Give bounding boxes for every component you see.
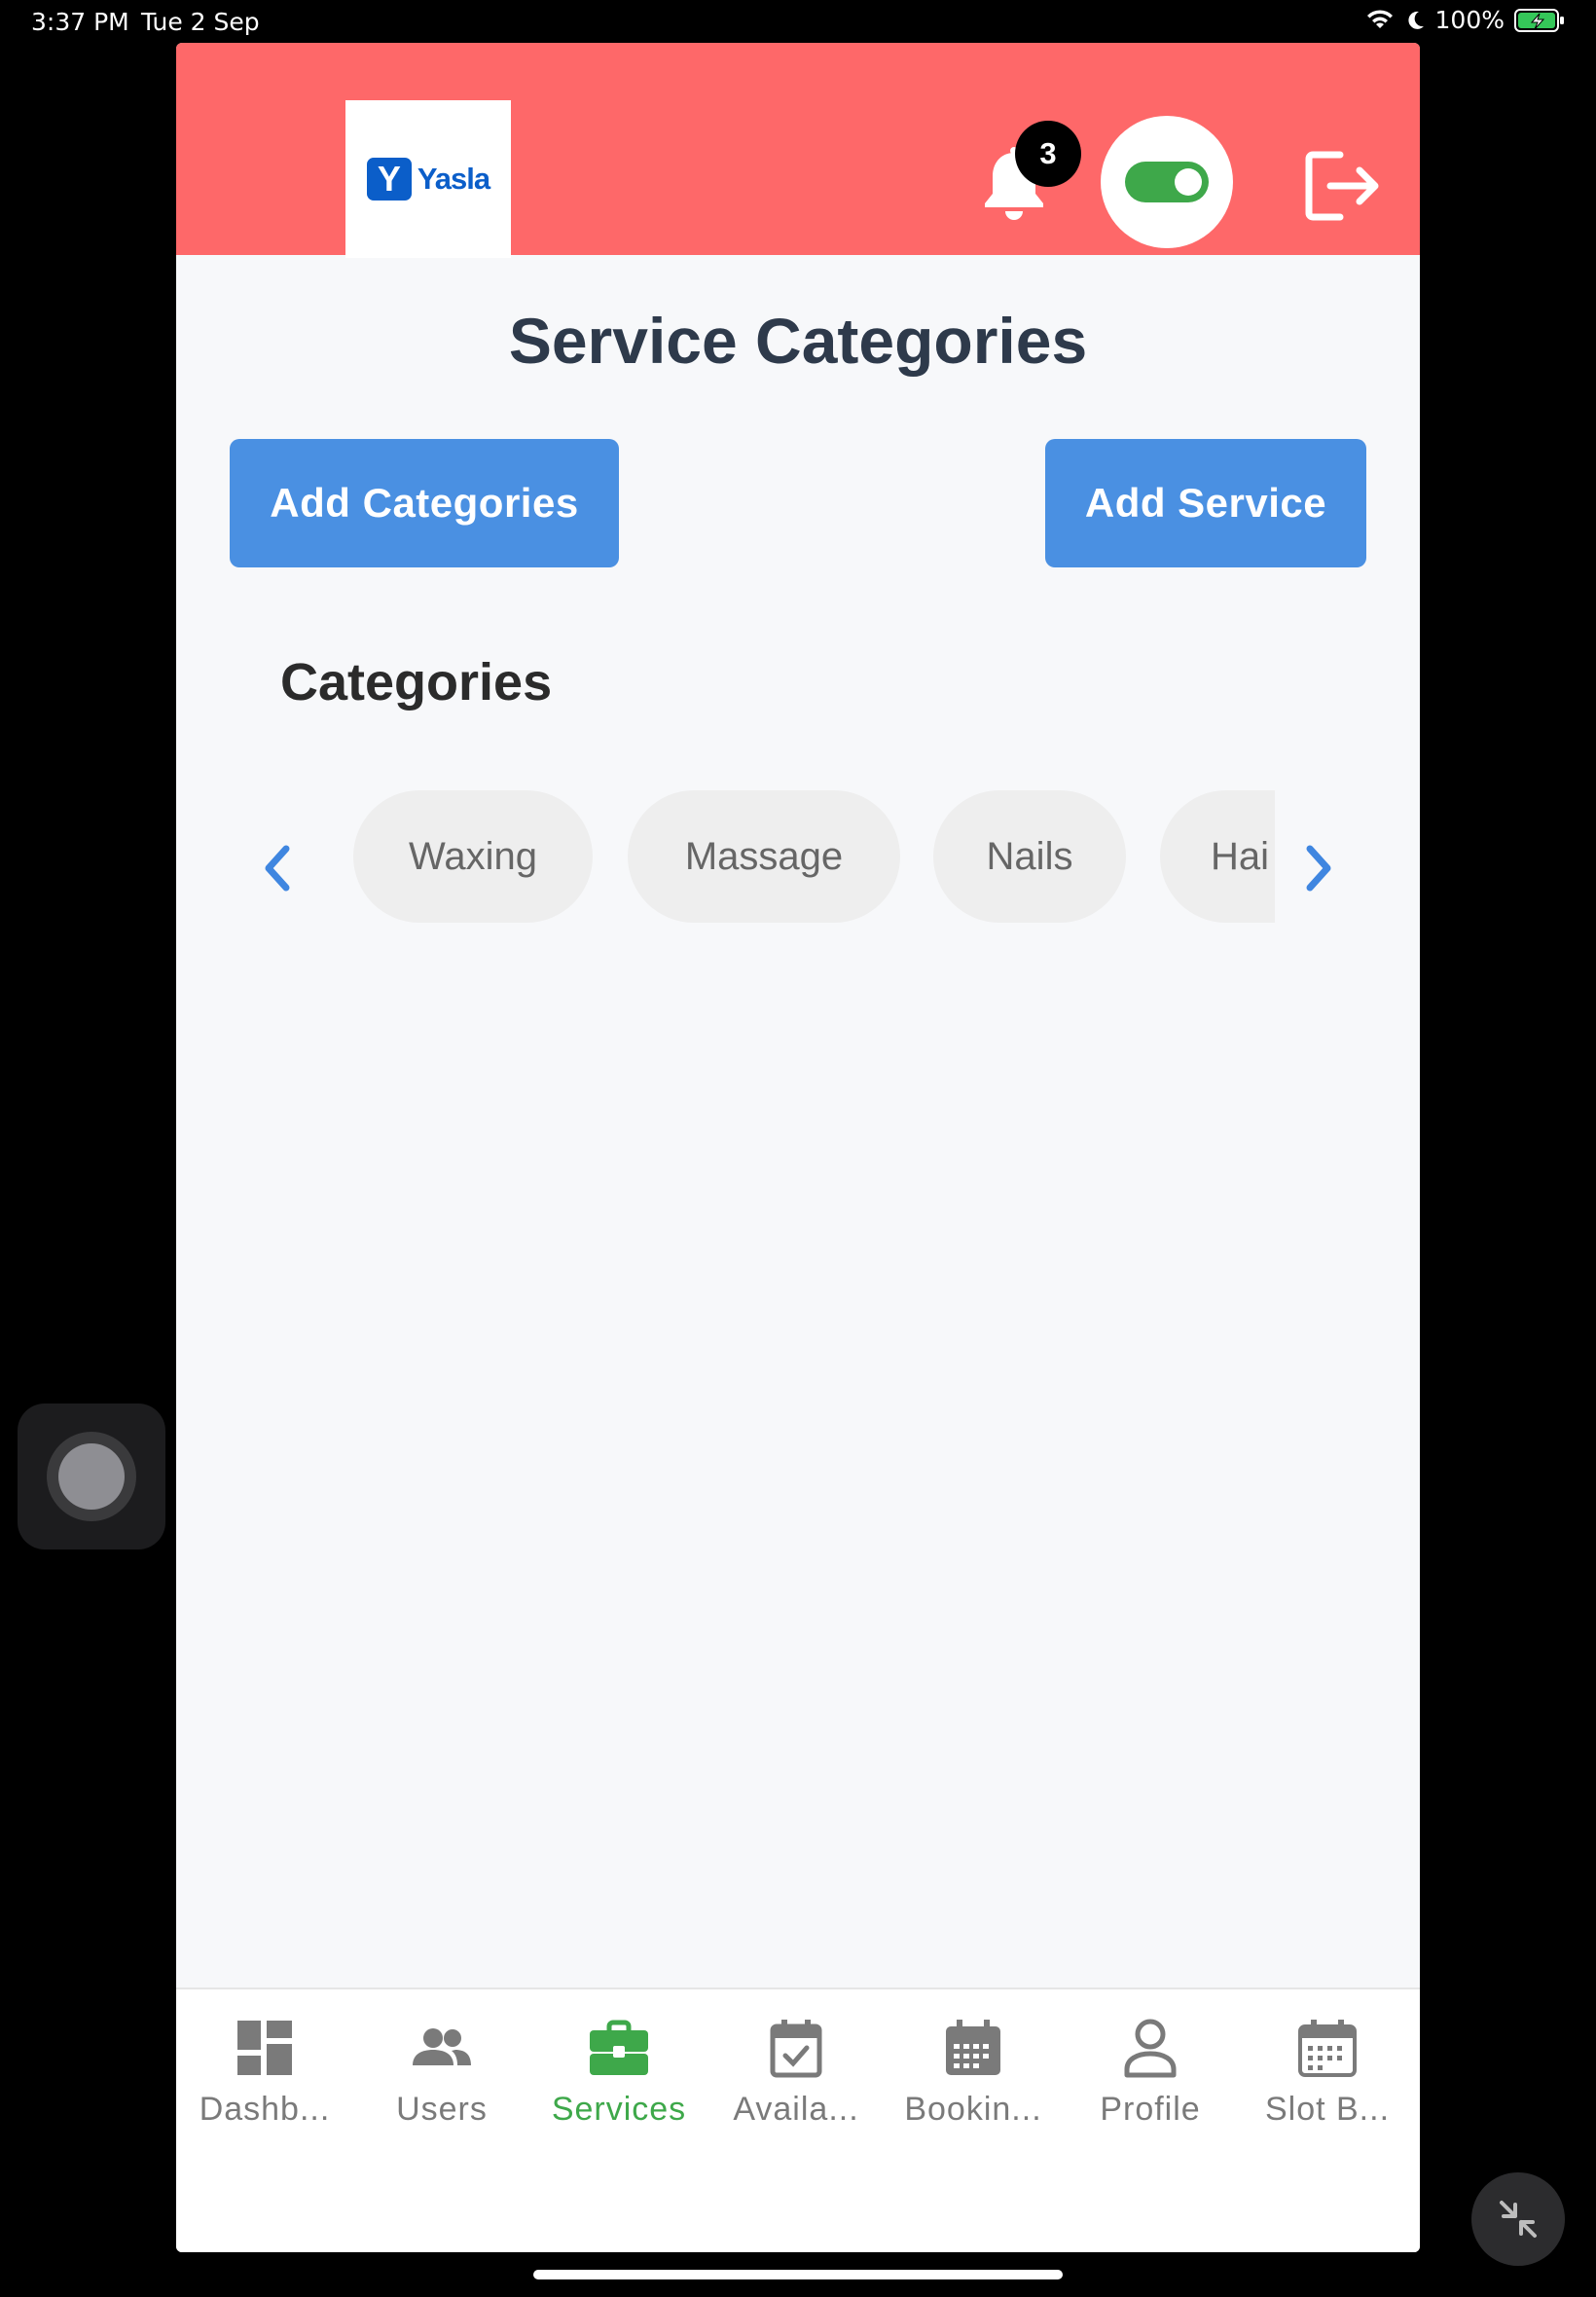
category-chip-massage[interactable]: Massage xyxy=(628,790,900,923)
minimize-button[interactable] xyxy=(1471,2172,1565,2266)
category-chip-waxing[interactable]: Waxing xyxy=(353,790,593,923)
category-chip-nails[interactable]: Nails xyxy=(933,790,1126,923)
assistive-touch-button[interactable] xyxy=(18,1404,165,1550)
home-indicator[interactable] xyxy=(533,2270,1063,2279)
briefcase-icon xyxy=(590,2020,648,2075)
users-icon xyxy=(413,2028,471,2065)
tab-services[interactable]: Services xyxy=(530,2017,707,2153)
add-categories-button[interactable]: Add Categories xyxy=(230,439,619,567)
category-chip-hair[interactable]: Hai xyxy=(1160,790,1275,923)
page-title: Service Categories xyxy=(508,305,1088,377)
tab-bookings[interactable]: Bookin... xyxy=(885,2017,1062,2153)
logo: Y Yasla xyxy=(345,100,511,258)
tab-label: Availa... xyxy=(733,2091,859,2128)
calendar-grid-icon xyxy=(946,2020,1000,2075)
status-date: Tue 2 Sep xyxy=(141,8,260,36)
tab-availability[interactable]: Availa... xyxy=(707,2017,885,2153)
availability-toggle[interactable] xyxy=(1101,116,1233,248)
assistive-touch-dot xyxy=(58,1443,125,1510)
notification-badge: 3 xyxy=(1015,121,1081,187)
tab-label: Services xyxy=(551,2091,687,2128)
moon-icon xyxy=(1407,11,1424,29)
tab-label: Bookin... xyxy=(904,2091,1042,2128)
logout-icon[interactable] xyxy=(1301,145,1383,227)
status-indicators: 100% xyxy=(1365,6,1565,34)
calendar-check-icon xyxy=(770,2020,822,2078)
bottom-tab-bar: Dashb... Users Services Availa... Bookin… xyxy=(176,1987,1420,2252)
toggle-knob xyxy=(1175,168,1202,196)
logo-mark: Y xyxy=(366,158,412,201)
toggle-track xyxy=(1125,162,1209,202)
tab-label: Slot B... xyxy=(1264,2091,1391,2128)
calendar-dots-icon xyxy=(1298,2020,1357,2077)
dashboard-icon xyxy=(237,2021,292,2075)
tab-slot-booking[interactable]: Slot B... xyxy=(1239,2017,1416,2153)
battery-percent: 100% xyxy=(1434,6,1505,34)
collapse-arrows-icon xyxy=(1500,2201,1537,2238)
chevron-left-icon[interactable] xyxy=(257,841,296,895)
tab-profile[interactable]: Profile xyxy=(1062,2017,1239,2153)
status-time: 3:37 PM xyxy=(31,8,129,36)
tab-users[interactable]: Users xyxy=(353,2017,530,2153)
add-service-button[interactable]: Add Service xyxy=(1045,439,1366,567)
status-bar: 3:37 PM Tue 2 Sep 100% xyxy=(0,0,1596,43)
category-chip-list: Waxing Massage Nails Hai xyxy=(353,790,1275,923)
tab-label: Profile xyxy=(1100,2091,1201,2128)
battery-charging-icon xyxy=(1514,8,1564,32)
tab-label: Users xyxy=(396,2091,488,2128)
person-icon xyxy=(1124,2019,1177,2078)
chevron-right-icon[interactable] xyxy=(1300,841,1339,895)
wifi-icon xyxy=(1366,9,1393,28)
logo-text: Yasla xyxy=(417,162,490,196)
tab-label: Dashb... xyxy=(199,2091,331,2128)
assistive-touch-ring xyxy=(47,1432,136,1521)
app-header: Y Yasla 3 xyxy=(176,43,1420,258)
app-window: Y Yasla 3 Service Categories Add Categor… xyxy=(176,43,1420,2252)
tab-dashboard[interactable]: Dashb... xyxy=(176,2017,353,2153)
categories-heading: Categories xyxy=(280,653,553,711)
